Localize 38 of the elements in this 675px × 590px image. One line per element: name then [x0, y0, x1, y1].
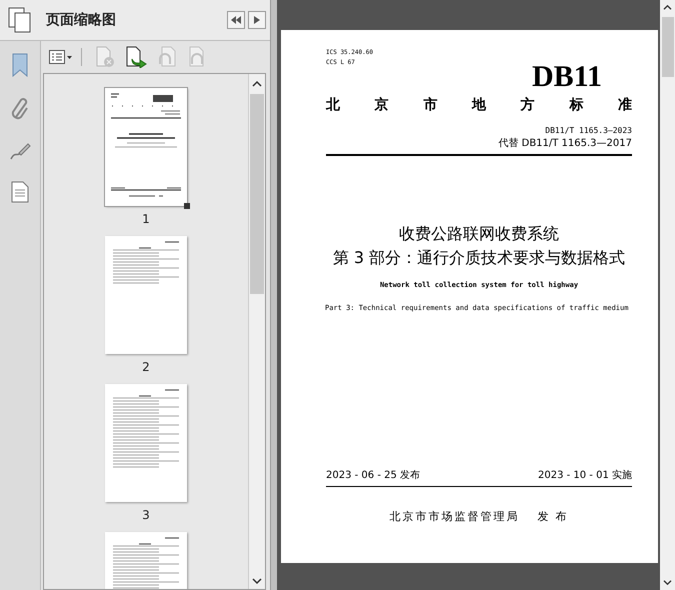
authority-character: 京 — [374, 96, 389, 114]
document-subtitle: 第 3 部分：通行介质技术要求与数据格式 — [332, 248, 626, 268]
double-left-arrow-icon — [231, 16, 241, 24]
authority-character: 方 — [520, 96, 535, 114]
splitter-handle[interactable] — [270, 0, 277, 590]
authority-character: 北 — [326, 96, 340, 114]
authority-character: 准 — [618, 96, 632, 114]
page-thumbnail[interactable] — [105, 236, 187, 354]
scrollbar[interactable] — [248, 74, 265, 589]
scroll-thumb[interactable] — [250, 94, 264, 294]
authority-character: 地 — [472, 96, 486, 114]
scroll-thumb[interactable] — [662, 17, 674, 77]
expand-button[interactable] — [248, 11, 266, 29]
bookmark-icon[interactable] — [11, 53, 29, 77]
standard-code: DB11 — [532, 62, 602, 92]
standard-number: DB11/T 1165.3—2023 — [545, 126, 632, 135]
scrollbar[interactable] — [660, 0, 675, 590]
paperclip-icon[interactable] — [10, 97, 30, 121]
document-icon[interactable] — [11, 181, 29, 203]
page-number: 3 — [142, 508, 150, 522]
page-number: 1 — [142, 212, 150, 226]
page-thumbnail[interactable] — [105, 88, 187, 206]
panel-title: 页面缩略图 — [46, 11, 117, 29]
publish-label: 发 布 — [537, 509, 569, 524]
document-title: 收费公路联网收费系统 — [398, 224, 560, 244]
page-thumbnail[interactable] — [105, 384, 187, 502]
publisher: 北京市市场监督管理局 — [389, 509, 520, 524]
collapse-button[interactable] — [227, 11, 245, 29]
replaces-note: 代替 DB11/T 1165.3—2017 — [498, 136, 632, 150]
issue-date: 2023 - 06 - 25 发布 — [326, 468, 420, 482]
right-arrow-icon — [254, 16, 260, 24]
page-number: 2 — [142, 360, 150, 374]
signature-pen-icon[interactable] — [9, 141, 31, 161]
options-button[interactable] — [47, 48, 75, 66]
authority-character: 市 — [423, 96, 438, 114]
effective-date: 2023 - 10 - 01 实施 — [538, 468, 632, 482]
pages-icon[interactable] — [8, 7, 32, 33]
authority-character: 标 — [569, 96, 584, 114]
